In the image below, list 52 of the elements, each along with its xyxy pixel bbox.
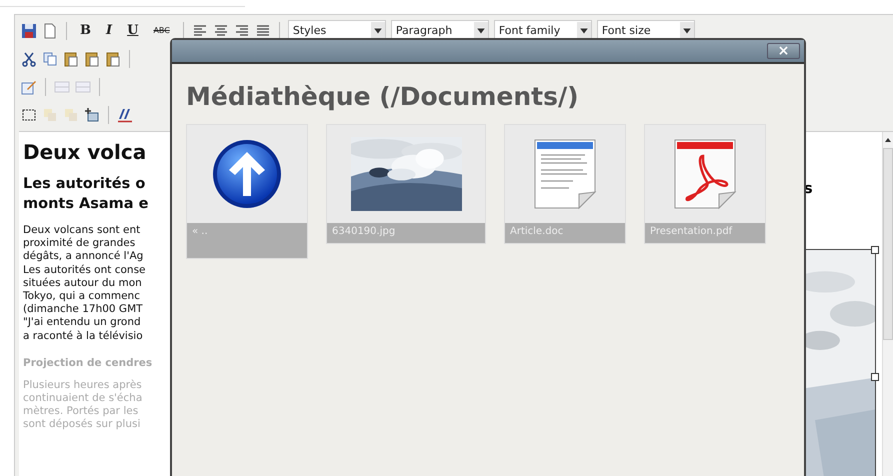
copy-icon[interactable] [42,50,58,66]
align-icon[interactable] [254,22,271,38]
layer-icon [42,106,58,122]
clipboard-icon[interactable] [63,50,79,66]
scrollbar[interactable] [882,132,893,476]
document-icon [533,138,597,210]
format-button[interactable]: B [75,23,96,38]
article-heading: Deux volca [23,140,148,164]
article-text-line: (dimanche 17h00 GMT [23,303,144,316]
selection-icon[interactable] [21,106,37,122]
article-text-line: dégâts, a annoncé l'Ag [23,250,144,264]
pdf-icon [673,138,737,210]
edit-icon[interactable] [21,78,37,94]
table-icon [54,78,70,94]
align-icon[interactable] [234,22,250,38]
article-text-line: Plusieurs heures après [23,378,143,392]
format-button[interactable]: U [122,23,144,38]
save-icon[interactable] [21,22,37,38]
file-name: 6340190.jpg [327,223,485,243]
clipboard-icon[interactable] [84,50,100,66]
format-button[interactable]: ABC [148,26,175,35]
file-name: « .. [187,223,307,258]
table-icon [75,78,91,94]
article-text-line: continuaient de s'écha [23,392,144,406]
article-text-line: situées autour du mon [23,276,143,290]
dialog-title: Médiathèque (/Documents/) [186,82,580,111]
file-name: Presentation.pdf [645,223,765,243]
article-subheading-line: monts Asama e [23,195,150,214]
scissors-icon[interactable] [21,50,37,66]
new-document-icon[interactable] [42,22,58,38]
file-name: Article.doc [505,223,625,243]
format-button[interactable]: I [101,23,118,38]
insert-layer-icon[interactable] [84,106,100,122]
article-text-line: Tokyo, qui a commenc [23,290,141,304]
resize-handle[interactable] [871,373,879,381]
section-heading: Projection de cendres [23,356,154,369]
scroll-thumb[interactable] [883,148,893,340]
text-style-icon[interactable] [117,106,133,122]
article-text-line: mètres. Portés par les [23,405,140,418]
clipboard-icon[interactable] [105,50,121,66]
article-subheading-line: Les autorités o [23,175,146,194]
article-text-line: Les autorités ont conse [23,264,146,277]
article-text-line: "J'ai entendu un grond [23,316,142,330]
scroll-up-icon[interactable] [884,136,892,144]
resize-handle[interactable] [871,246,879,254]
align-icon[interactable] [212,22,229,38]
article-text-line: Deux volcans sont ent [23,224,142,238]
article-text-line: a raconté à la télévisio [23,330,144,343]
article-text-line: proximité de grandes [23,237,136,250]
article-text-line: sont déposés sur plusi [23,418,142,432]
layer-icon [63,106,79,122]
align-icon[interactable] [192,22,208,38]
